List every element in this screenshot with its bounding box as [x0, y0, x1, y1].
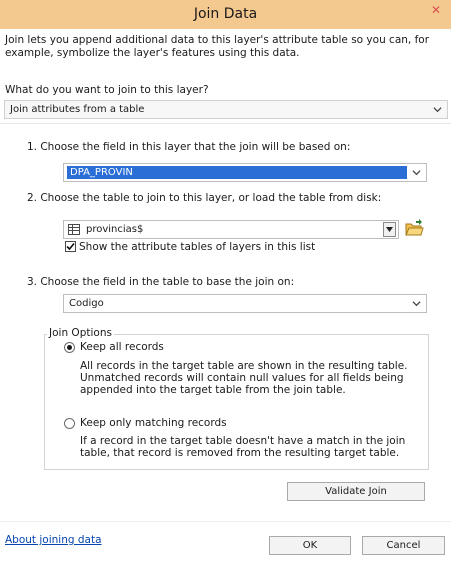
question-label: What do you want to join to this layer? [5, 84, 209, 96]
window-title: Join Data [193, 6, 258, 22]
layer-field-select[interactable]: DPA_PROVIN [63, 163, 427, 182]
step1-label: 1. Choose the field in this layer that t… [27, 141, 351, 153]
intro-text: Join lets you append additional data to … [5, 34, 430, 59]
open-folder-icon [405, 219, 424, 236]
triangle-down-icon [386, 227, 393, 232]
join-field-select[interactable]: Codigo [63, 294, 427, 313]
chevron-down-icon [412, 301, 421, 307]
validate-join-button[interactable]: Validate Join [287, 482, 425, 501]
step3-label: 3. Choose the field in the table to base… [27, 276, 295, 288]
open-folder-button[interactable] [404, 218, 424, 238]
keep-matching-label: Keep only matching records [80, 417, 227, 429]
show-layers-checkbox[interactable] [65, 241, 76, 252]
divider [0, 123, 451, 124]
step2-label: 2. Choose the table to join to this laye… [27, 192, 382, 204]
join-type-value: Join attributes from a table [10, 104, 145, 115]
dropdown-arrow-button[interactable] [383, 222, 396, 237]
join-table-select[interactable]: provincias$ [63, 220, 399, 239]
keep-all-description: All records in the target table are show… [80, 360, 408, 396]
title-bar: Join Data ✕ [0, 0, 451, 29]
about-joining-link[interactable]: About joining data [5, 534, 102, 546]
dialog-body: Join lets you append additional data to … [0, 29, 451, 563]
join-type-select[interactable]: Join attributes from a table [4, 100, 448, 119]
cancel-button[interactable]: Cancel [362, 536, 445, 555]
checkmark-icon [66, 242, 75, 251]
layer-field-value: DPA_PROVIN [67, 166, 136, 179]
keep-all-radio[interactable] [64, 342, 75, 353]
join-field-value: Codigo [69, 298, 104, 309]
radio-selected-dot [67, 345, 72, 350]
chevron-down-icon [412, 170, 421, 176]
keep-all-label: Keep all records [80, 341, 164, 353]
keep-matching-radio[interactable] [64, 418, 75, 429]
close-button[interactable]: ✕ [421, 0, 451, 20]
table-icon [68, 224, 80, 235]
join-table-value: provincias$ [86, 224, 144, 235]
join-options-title: Join Options [47, 327, 114, 339]
divider [0, 521, 451, 522]
show-layers-label: Show the attribute tables of layers in t… [79, 241, 316, 253]
keep-matching-description: If a record in the target table doesn't … [80, 435, 406, 459]
join-data-dialog: Join Data ✕ Join lets you append additio… [0, 0, 451, 563]
close-icon: ✕ [430, 3, 442, 17]
chevron-down-icon [433, 107, 442, 113]
ok-button[interactable]: OK [269, 536, 351, 555]
